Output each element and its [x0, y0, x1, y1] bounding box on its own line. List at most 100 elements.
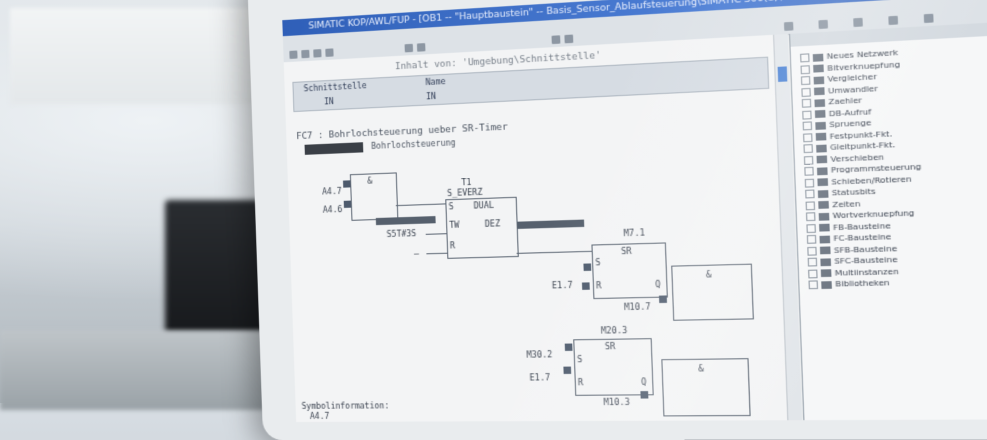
expand-icon[interactable] — [803, 155, 814, 165]
folder-icon — [812, 53, 824, 62]
program-elements-tree[interactable]: Neues Netzwerk Bitverknuepfung Vergleicher… — [800, 46, 926, 290]
expand-icon[interactable] — [806, 223, 816, 233]
toolbar-icon[interactable] — [325, 48, 334, 57]
timer-dual-label: DUAL — [473, 200, 495, 211]
timer-tw-value: S5T#3S — [386, 228, 417, 240]
toolbar-icon[interactable] — [923, 13, 934, 24]
expand-icon[interactable] — [802, 121, 813, 131]
expand-icon[interactable] — [803, 132, 813, 142]
expand-icon[interactable] — [807, 246, 817, 256]
expand-icon[interactable] — [800, 53, 810, 63]
fbd-editor[interactable]: Inhalt von: 'Umgebung\Schnittstelle' Sch… — [283, 34, 788, 422]
tree-item-label: Zeiten — [832, 198, 861, 209]
toolbar-icon[interactable] — [853, 17, 863, 28]
output-label: M10.7 — [624, 302, 651, 313]
and-block[interactable]: & — [349, 172, 399, 221]
expand-icon[interactable] — [804, 178, 815, 188]
network-title: FC7 : Bohrlochsteuerung ueber SR-Timer — [296, 122, 508, 143]
tree-item-label: Vergleicher — [827, 71, 877, 84]
toolbar-icon[interactable] — [551, 35, 561, 45]
tree-item-label: DB-Aufruf — [828, 106, 872, 118]
folder-icon — [820, 257, 832, 266]
folder-icon — [814, 109, 826, 118]
toolbar-icon[interactable] — [564, 34, 574, 44]
folder-icon — [818, 200, 829, 209]
timer-block[interactable]: S DUAL TW DEZ R — [445, 196, 519, 259]
tree-item-label: Schieben/Rotieren — [831, 173, 912, 187]
folder-icon — [820, 269, 832, 278]
tree-item-label: Umwandler — [827, 82, 879, 96]
expand-icon[interactable] — [808, 269, 818, 278]
folder-icon — [817, 178, 829, 187]
expand-icon[interactable] — [801, 87, 811, 97]
contact-icon — [564, 343, 573, 351]
folder-icon — [817, 189, 829, 198]
flag-label: M7.1 — [623, 228, 646, 239]
tree-item-label: Festpunkt-Fkt. — [829, 128, 893, 141]
sr-pin: S — [576, 354, 583, 365]
sr-type: SR — [620, 246, 632, 257]
scroll-thumb[interactable] — [777, 66, 788, 82]
expand-icon[interactable] — [808, 280, 819, 290]
network-badge[interactable] — [304, 142, 364, 155]
laptop-screen: SIMATIC KOP/AWL/FUP - [OB1 -- "Hauptbaus… — [282, 0, 987, 422]
folder-icon — [819, 235, 831, 243]
toolbar-icon[interactable] — [313, 49, 322, 58]
wire — [425, 233, 447, 235]
and-block[interactable]: & — [661, 358, 751, 417]
expand-icon[interactable] — [806, 234, 817, 244]
sr-pin: Q — [641, 377, 647, 387]
tree-item-label: Verschieben — [830, 151, 885, 164]
expand-icon[interactable] — [801, 98, 812, 108]
toolbar-icon[interactable] — [416, 43, 426, 52]
expand-icon[interactable] — [805, 212, 816, 222]
contact-icon — [640, 391, 649, 399]
expand-icon[interactable] — [807, 257, 818, 267]
tree-item-label: FC-Bausteine — [833, 231, 892, 244]
expand-icon[interactable] — [802, 110, 812, 120]
program-elements-panel[interactable]: Neues Netzwerk Bitverknuepfung Vergleicher… — [788, 19, 987, 421]
folder-icon — [819, 223, 830, 232]
input-label: A4.6 — [322, 204, 343, 215]
toolbar-icon[interactable] — [783, 21, 794, 31]
tree-item-label: SFC-Bausteine — [834, 254, 898, 266]
folder-icon — [816, 155, 828, 164]
toolbar-icon[interactable] — [818, 19, 828, 29]
folder-icon — [818, 212, 830, 221]
and-block[interactable]: & — [671, 263, 754, 321]
tree-item-label: Zaehler — [828, 95, 863, 107]
folder-icon — [821, 280, 832, 289]
timer-pin: TW — [449, 220, 460, 231]
input-label: M30.2 — [526, 350, 553, 360]
expand-icon[interactable] — [805, 189, 815, 199]
sr-pin: R — [577, 377, 584, 388]
tree-item[interactable]: Bibliotheken — [808, 277, 926, 291]
toolbar-icon[interactable] — [888, 15, 899, 26]
tree-item-label: FB-Bausteine — [832, 220, 891, 232]
sr-pin: R — [595, 281, 602, 291]
selected-operand[interactable] — [375, 216, 436, 226]
expand-icon[interactable] — [800, 76, 811, 86]
expand-icon[interactable] — [805, 200, 816, 210]
toolbar-icon[interactable] — [301, 49, 310, 59]
selected-operand[interactable] — [517, 219, 585, 229]
contact-icon — [563, 366, 572, 374]
network-comment: Bohrlochsteuerung — [371, 138, 456, 152]
and-symbol: & — [367, 176, 373, 186]
expand-icon[interactable] — [800, 64, 811, 74]
folder-icon — [813, 87, 825, 96]
tree-item-label: Gleitpunkt-Fkt. — [829, 139, 896, 153]
expand-icon[interactable] — [804, 166, 814, 176]
timer-pin: S — [448, 202, 454, 212]
toolbar-icon[interactable] — [289, 50, 298, 59]
tree-item-label: Bibliotheken — [835, 277, 890, 289]
sr-block[interactable]: SR S R Q — [573, 338, 654, 396]
toolbar-icon[interactable] — [404, 43, 414, 53]
expand-icon[interactable] — [803, 144, 813, 154]
tree-item-label: Wortverknuepfung — [832, 207, 915, 221]
symbol-row: A4.7 — [309, 411, 330, 421]
folder-icon — [813, 64, 824, 73]
wire — [426, 252, 448, 255]
timer-type: S_EVERZ — [446, 187, 483, 199]
sr-block[interactable]: SR S R Q — [591, 242, 668, 300]
